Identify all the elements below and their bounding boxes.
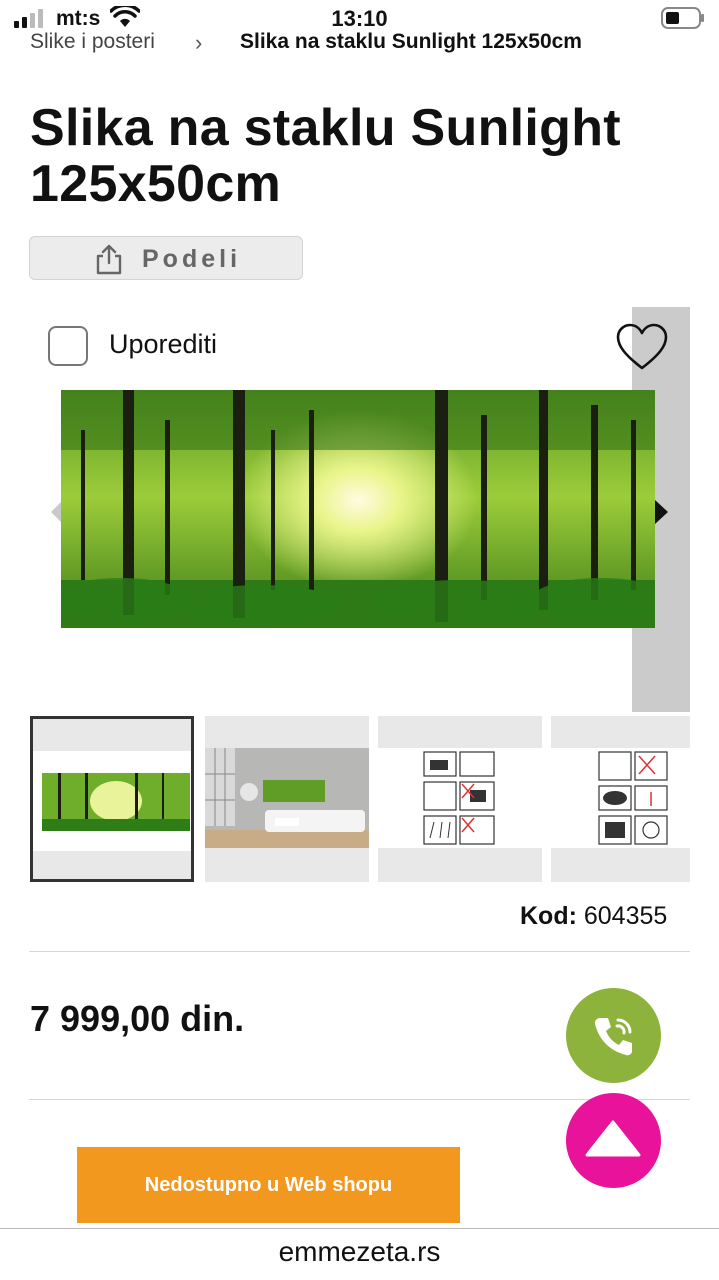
compare-checkbox[interactable] bbox=[48, 326, 88, 366]
product-main-image[interactable] bbox=[61, 390, 655, 628]
breadcrumb-separator: › bbox=[195, 30, 203, 55]
battery-icon bbox=[661, 7, 704, 29]
scroll-to-top-button[interactable] bbox=[566, 1093, 661, 1188]
forest-thumbnail-image bbox=[42, 773, 190, 831]
phone-icon bbox=[594, 1018, 632, 1056]
product-price: 7 999,00 din. bbox=[30, 998, 245, 1039]
instructions-thumbnail-image bbox=[378, 748, 542, 848]
compare-label[interactable]: Uporediti bbox=[109, 329, 217, 360]
product-title: Slika na staklu Sunlight 125x50cm bbox=[30, 99, 621, 213]
share-label: Podeli bbox=[142, 245, 242, 273]
product-code-value: 604355 bbox=[583, 902, 668, 930]
thumbnail-mounting-instructions-2[interactable] bbox=[551, 716, 690, 882]
thumbnail-forest-panorama[interactable] bbox=[30, 716, 194, 882]
browser-bar-divider bbox=[0, 1228, 719, 1229]
thumbnail-frame bbox=[33, 751, 191, 851]
call-button[interactable] bbox=[566, 988, 661, 1083]
product-code: Kod: 604355 bbox=[520, 902, 667, 931]
heart-icon[interactable] bbox=[615, 322, 669, 372]
share-icon bbox=[96, 244, 122, 275]
gallery-next-icon[interactable] bbox=[655, 498, 669, 526]
living-room-thumbnail-image bbox=[205, 748, 369, 848]
product-code-label: Kod: bbox=[520, 902, 577, 930]
browser-url[interactable]: emmezeta.rs bbox=[0, 1236, 719, 1268]
divider bbox=[29, 951, 690, 952]
breadcrumb-parent-link[interactable]: Slike i posteri bbox=[30, 30, 155, 54]
thumbnail-mounting-instructions-1[interactable] bbox=[378, 716, 542, 882]
gallery-prev-icon[interactable] bbox=[49, 500, 61, 524]
share-button[interactable]: Podeli bbox=[29, 236, 303, 280]
unavailable-webshop-button[interactable]: Nedostupno u Web shopu bbox=[77, 1147, 460, 1223]
arrow-up-icon bbox=[585, 1120, 641, 1157]
thumbnail-living-room-scene[interactable] bbox=[205, 716, 369, 882]
breadcrumb-current: Slika na staklu Sunlight 125x50cm bbox=[240, 30, 582, 53]
instructions-thumbnail-image bbox=[551, 748, 690, 848]
clock: 13:10 bbox=[331, 6, 388, 31]
